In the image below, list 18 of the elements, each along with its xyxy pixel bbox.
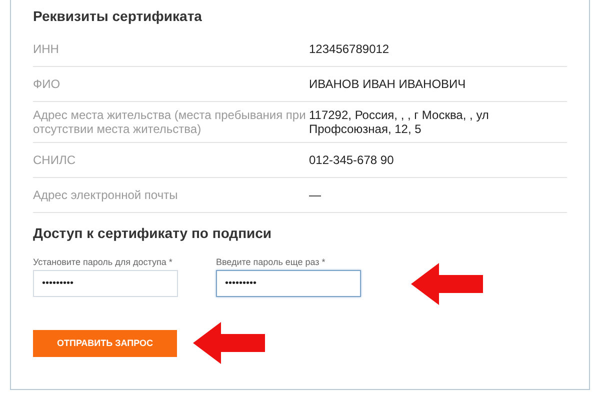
field-value: 117292, Россия, , , г Москва, , ул Профсоюзная, 12, 5 xyxy=(309,108,490,136)
field-value: ИВАНОВ ИВАН ИВАНОВИЧ xyxy=(309,77,467,91)
field-label: Установите пароль для доступа * xyxy=(33,257,174,267)
arrow-icon xyxy=(193,322,265,364)
field-label: Адрес места жительства (места пребывания при отсутствии места жительства) xyxy=(33,108,307,136)
field-label: Введите пароль еще раз * xyxy=(216,257,326,267)
password-field[interactable]: ••••••••• xyxy=(33,270,178,297)
field-label: ИНН xyxy=(33,42,60,56)
password-field[interactable]: ••••••••• xyxy=(216,270,361,297)
field-value: — xyxy=(309,188,322,202)
arrow-icon xyxy=(411,263,483,305)
field-value: 123456789012 xyxy=(309,42,390,56)
section-title: Реквизиты сертификата xyxy=(33,8,203,24)
field-label: ФИО xyxy=(33,77,62,91)
field-label: Адрес электронной почты xyxy=(33,188,179,202)
field-value: 012-345-678 90 xyxy=(309,153,395,167)
field-label: СНИЛС xyxy=(33,153,76,167)
section-title: Доступ к сертификату по подписи xyxy=(33,225,273,241)
